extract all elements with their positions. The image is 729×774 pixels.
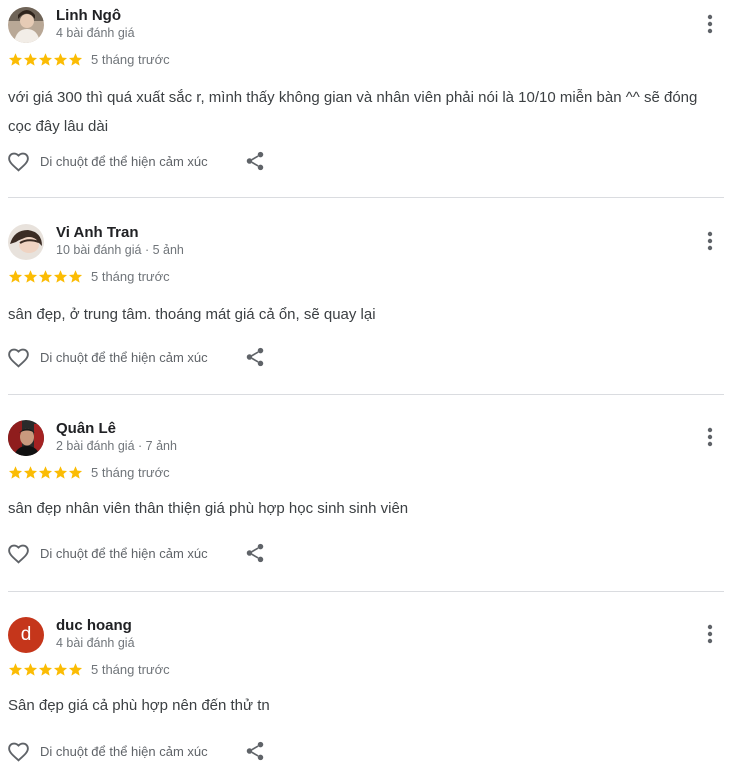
review-time: 5 tháng trước xyxy=(91,465,170,480)
star-icon xyxy=(23,466,38,479)
share-icon xyxy=(246,151,264,171)
share-button[interactable] xyxy=(244,346,266,368)
avatar[interactable]: d xyxy=(8,617,44,653)
star-icon xyxy=(23,53,38,66)
share-button[interactable] xyxy=(244,542,266,564)
more-options-button[interactable] xyxy=(697,424,723,450)
star-icon xyxy=(38,53,53,66)
like-label: Di chuột để thể hiện cảm xúc xyxy=(40,546,208,561)
star-icon xyxy=(8,270,23,283)
avatar[interactable] xyxy=(8,7,44,43)
avatar[interactable] xyxy=(8,420,44,456)
more-options-button[interactable] xyxy=(697,228,723,254)
share-button[interactable] xyxy=(244,740,266,762)
star-icon xyxy=(53,663,68,676)
like-button[interactable] xyxy=(6,739,31,764)
review-text: sân đẹp nhân viên thân thiện giá phù hợp… xyxy=(8,500,409,517)
divider xyxy=(8,197,724,198)
reviewer-name[interactable]: Linh Ngô xyxy=(56,7,121,24)
star-icon xyxy=(8,53,23,66)
heart-outline-icon xyxy=(8,348,29,368)
review-time: 5 tháng trước xyxy=(91,269,170,284)
reviewer-name[interactable]: Quân Lê xyxy=(56,420,116,437)
reviewer-name[interactable]: Vi Anh Tran xyxy=(56,224,139,241)
more-vert-icon xyxy=(707,14,713,34)
more-vert-icon xyxy=(707,231,713,251)
heart-outline-icon xyxy=(8,544,29,564)
more-vert-icon xyxy=(707,624,713,644)
star-rating xyxy=(8,465,83,481)
star-icon xyxy=(68,466,83,479)
star-icon xyxy=(23,663,38,676)
star-icon xyxy=(38,270,53,283)
reviewer-meta: 2 bài đánh giá · 7 ảnh xyxy=(56,439,177,453)
review-text: Sân đẹp giá cả phù hợp nên đến thử tn xyxy=(8,697,270,714)
more-vert-icon xyxy=(707,427,713,447)
star-icon xyxy=(68,663,83,676)
review-text: sân đẹp, ở trung tâm. thoáng mát giá cả … xyxy=(8,306,376,323)
star-icon xyxy=(53,270,68,283)
share-button[interactable] xyxy=(244,150,266,172)
reviewer-name[interactable]: duc hoang xyxy=(56,617,132,634)
divider xyxy=(8,591,724,592)
like-button[interactable] xyxy=(6,149,31,174)
star-icon xyxy=(68,270,83,283)
review-time: 5 tháng trước xyxy=(91,662,170,677)
review-text: với giá 300 thì quá xuất sắc r, mình thấ… xyxy=(8,89,698,135)
star-icon xyxy=(38,466,53,479)
divider xyxy=(8,394,724,395)
heart-outline-icon xyxy=(8,742,29,762)
star-icon xyxy=(8,466,23,479)
avatar[interactable] xyxy=(8,224,44,260)
reviewer-meta: 10 bài đánh giá · 5 ảnh xyxy=(56,243,184,257)
star-icon xyxy=(38,663,53,676)
more-options-button[interactable] xyxy=(697,621,723,647)
star-icon xyxy=(53,466,68,479)
like-label: Di chuột để thể hiện cảm xúc xyxy=(40,154,208,169)
review-time: 5 tháng trước xyxy=(91,52,170,67)
star-icon xyxy=(23,270,38,283)
star-icon xyxy=(53,53,68,66)
heart-outline-icon xyxy=(8,152,29,172)
share-icon xyxy=(246,543,264,563)
star-rating xyxy=(8,662,83,678)
star-rating xyxy=(8,269,83,285)
more-options-button[interactable] xyxy=(697,11,723,37)
reviewer-meta: 4 bài đánh giá xyxy=(56,26,135,40)
like-button[interactable] xyxy=(6,345,31,370)
share-icon xyxy=(246,347,264,367)
share-icon xyxy=(246,741,264,761)
like-label: Di chuột để thể hiện cảm xúc xyxy=(40,350,208,365)
star-icon xyxy=(68,53,83,66)
star-rating xyxy=(8,52,83,68)
star-icon xyxy=(8,663,23,676)
reviewer-meta: 4 bài đánh giá xyxy=(56,636,135,650)
like-label: Di chuột để thể hiện cảm xúc xyxy=(40,744,208,759)
like-button[interactable] xyxy=(6,541,31,566)
